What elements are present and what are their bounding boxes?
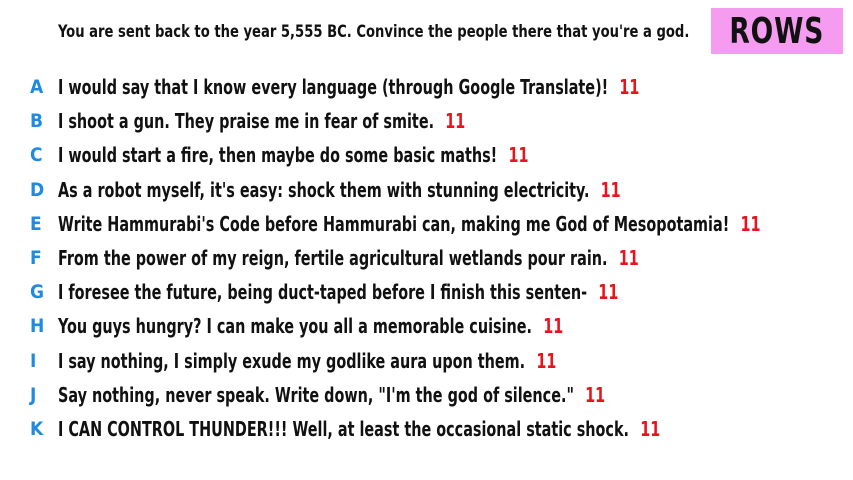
row-score: 11 — [598, 280, 619, 305]
row-score: 11 — [640, 416, 661, 441]
list-item: K I CAN CONTROL THUNDER!!! Well, at leas… — [0, 412, 853, 446]
list-item: C I would start a fire, then maybe do so… — [0, 138, 853, 172]
row-letter: I — [30, 349, 37, 372]
row-text: I say nothing, I simply exude my godlike… — [58, 348, 526, 373]
list-item: J Say nothing, never speak. Write down, … — [0, 378, 853, 412]
row-letter: K — [30, 417, 44, 440]
row-score: 11 — [585, 382, 606, 407]
row-score: 11 — [618, 246, 639, 271]
row-score: 11 — [740, 211, 761, 236]
row-letter: C — [30, 144, 43, 167]
row-letter: F — [30, 247, 42, 270]
row-letter: A — [30, 76, 44, 99]
row-score: 11 — [543, 314, 564, 339]
row-score: 11 — [536, 348, 557, 373]
list-item: A I would say that I know every language… — [0, 70, 853, 104]
row-letter: B — [30, 110, 44, 133]
list-item: H You guys hungry? I can make you all a … — [0, 309, 853, 343]
rows-badge: ROWS — [711, 8, 843, 54]
row-letter: G — [30, 281, 45, 304]
row-text: Say nothing, never speak. Write down, "I… — [58, 382, 574, 407]
row-text: You guys hungry? I can make you all a me… — [58, 314, 532, 339]
list-item: E Write Hammurabi's Code before Hammurab… — [0, 207, 853, 241]
row-letter: J — [30, 383, 37, 406]
list-item: D As a robot myself, it's easy: shock th… — [0, 173, 853, 207]
row-score: 11 — [445, 109, 466, 134]
row-text: I would start a fire, then maybe do some… — [58, 143, 498, 168]
row-text: Write Hammurabi's Code before Hammurabi … — [58, 211, 730, 236]
row-score: 11 — [619, 75, 640, 100]
list-item: F From the power of my reign, fertile ag… — [0, 241, 853, 275]
list-item: G I foresee the future, being duct-taped… — [0, 275, 853, 309]
list-item: B I shoot a gun. They praise me in fear … — [0, 104, 853, 138]
row-score: 11 — [508, 143, 529, 168]
row-text: I shoot a gun. They praise me in fear of… — [58, 109, 435, 134]
row-text: From the power of my reign, fertile agri… — [58, 246, 608, 271]
row-letter: E — [30, 212, 42, 235]
row-letter: D — [30, 178, 45, 201]
list-item: I I say nothing, I simply exude my godli… — [0, 344, 853, 378]
row-text: As a robot myself, it's easy: shock them… — [58, 177, 590, 202]
prompt-text: You are sent back to the year 5,555 BC. … — [58, 22, 690, 42]
row-text: I CAN CONTROL THUNDER!!! Well, at least … — [58, 416, 629, 441]
row-text: I would say that I know every language (… — [58, 75, 609, 100]
row-letter: H — [30, 315, 45, 338]
answer-list: A I would say that I know every language… — [0, 70, 853, 446]
rows-badge-label: ROWS — [729, 10, 825, 52]
row-text: I foresee the future, being duct-taped b… — [58, 280, 588, 305]
row-score: 11 — [600, 177, 621, 202]
